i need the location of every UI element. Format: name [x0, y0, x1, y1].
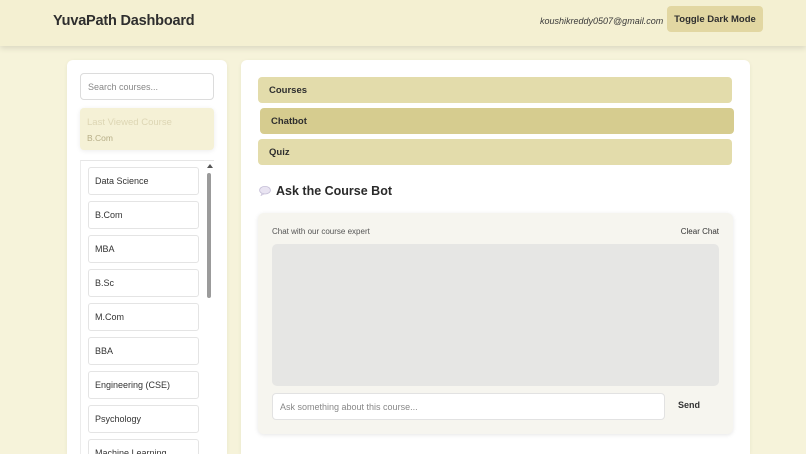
course-list-scrollbar[interactable]: [207, 173, 211, 298]
chat-messages-area[interactable]: [272, 244, 719, 386]
chatbot-heading: Ask the Course Bot: [259, 184, 392, 198]
tab-courses[interactable]: Courses: [258, 77, 732, 103]
top-bar: YuvaPath Dashboard koushikreddy0507@gmai…: [0, 0, 806, 46]
chat-subtitle: Chat with our course expert: [272, 227, 370, 236]
chat-bubble-icon: [259, 186, 271, 196]
clear-chat-button[interactable]: Clear Chat: [681, 227, 719, 236]
chat-message-input[interactable]: [272, 393, 665, 420]
course-sidebar: Last Viewed Course B.Com Data Science B.…: [67, 60, 227, 454]
course-item-bcom[interactable]: B.Com: [88, 201, 199, 229]
tab-quiz[interactable]: Quiz: [258, 139, 732, 165]
tab-chatbot[interactable]: Chatbot: [260, 108, 734, 134]
course-list: Data Science B.Com MBA B.Sc M.Com BBA En…: [80, 160, 214, 454]
course-item-bba[interactable]: BBA: [88, 337, 199, 365]
user-email: koushikreddy0507@gmail.com: [540, 16, 664, 26]
scroll-up-arrow-icon[interactable]: [207, 164, 213, 168]
course-item-mcom[interactable]: M.Com: [88, 303, 199, 331]
course-item-bsc[interactable]: B.Sc: [88, 269, 199, 297]
course-item-engineering-cse[interactable]: Engineering (CSE): [88, 371, 199, 399]
course-item-machine-learning[interactable]: Machine Learning: [88, 439, 199, 454]
toggle-dark-mode-button[interactable]: Toggle Dark Mode: [667, 6, 763, 32]
app-title: YuvaPath Dashboard: [53, 13, 195, 29]
last-viewed-value: B.Com: [87, 133, 113, 143]
course-item-data-science[interactable]: Data Science: [88, 167, 199, 195]
last-viewed-title: Last Viewed Course: [87, 117, 172, 128]
send-button[interactable]: Send: [678, 400, 700, 410]
search-courses-input[interactable]: [80, 73, 214, 100]
course-item-mba[interactable]: MBA: [88, 235, 199, 263]
main-panel: Courses Chatbot Quiz Ask the Course Bot …: [241, 60, 750, 454]
last-viewed-course-card[interactable]: Last Viewed Course B.Com: [80, 108, 214, 150]
chat-card: Chat with our course expert Clear Chat S…: [258, 213, 733, 434]
chatbot-heading-text: Ask the Course Bot: [276, 184, 392, 198]
course-item-psychology[interactable]: Psychology: [88, 405, 199, 433]
